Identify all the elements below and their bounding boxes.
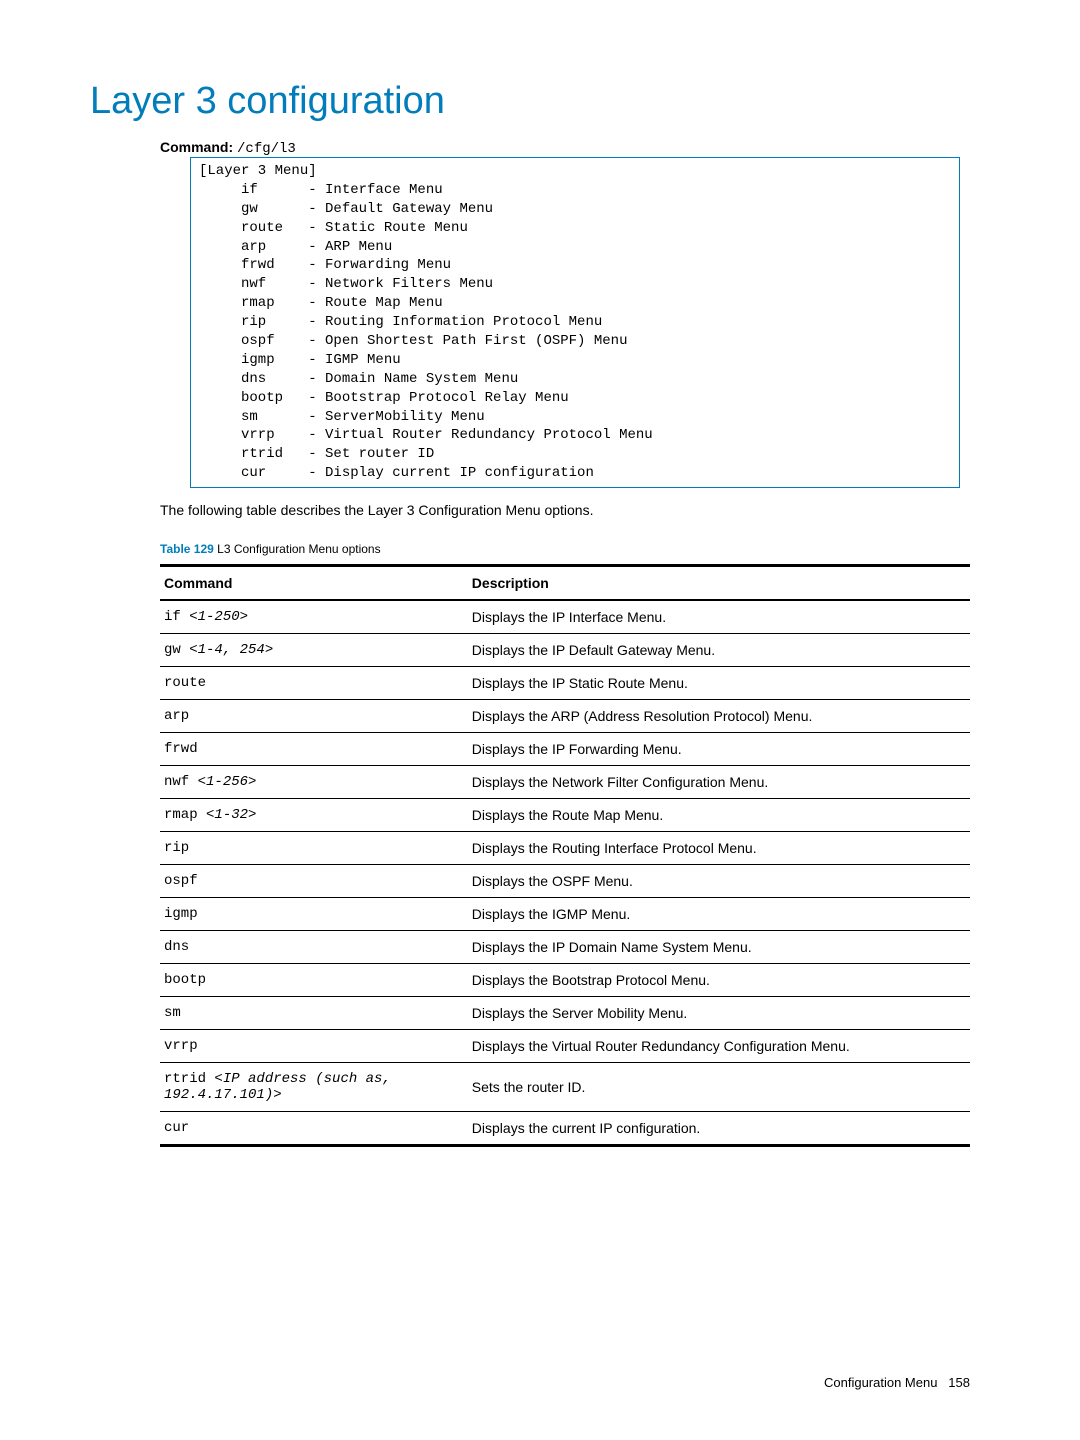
cell-command: gw <1-4, 254> [160, 634, 468, 667]
cell-command: rtrid <IP address (such as, 192.4.17.101… [160, 1063, 468, 1112]
table-row: curDisplays the current IP configuration… [160, 1112, 970, 1146]
cell-description: Displays the IP Forwarding Menu. [468, 733, 970, 766]
command-line: Command: /cfg/l3 [160, 139, 990, 157]
cell-command: nwf <1-256> [160, 766, 468, 799]
command-label: Command: [160, 139, 233, 155]
cell-command: rip [160, 832, 468, 865]
terminal-output: [Layer 3 Menu] if - Interface Menu gw - … [190, 157, 960, 488]
table-row: gw <1-4, 254>Displays the IP Default Gat… [160, 634, 970, 667]
cell-description: Sets the router ID. [468, 1063, 970, 1112]
cell-description: Displays the IP Domain Name System Menu. [468, 931, 970, 964]
table-row: smDisplays the Server Mobility Menu. [160, 997, 970, 1030]
cell-description: Displays the Server Mobility Menu. [468, 997, 970, 1030]
table-row: routeDisplays the IP Static Route Menu. [160, 667, 970, 700]
cell-description: Displays the IP Default Gateway Menu. [468, 634, 970, 667]
options-table: Command Description if <1-250>Displays t… [160, 564, 970, 1147]
command-value: /cfg/l3 [237, 141, 296, 157]
table-row: igmpDisplays the IGMP Menu. [160, 898, 970, 931]
table-row: if <1-250>Displays the IP Interface Menu… [160, 600, 970, 634]
cell-command: arp [160, 700, 468, 733]
table-number: Table 129 [160, 542, 214, 556]
table-row: vrrpDisplays the Virtual Router Redundan… [160, 1030, 970, 1063]
cell-description: Displays the IP Interface Menu. [468, 600, 970, 634]
intro-text: The following table describes the Layer … [160, 502, 990, 518]
footer-text: Configuration Menu [824, 1375, 937, 1390]
header-command: Command [160, 566, 468, 601]
table-row: arpDisplays the ARP (Address Resolution … [160, 700, 970, 733]
cell-description: Displays the Virtual Router Redundancy C… [468, 1030, 970, 1063]
cell-command: sm [160, 997, 468, 1030]
table-row: rmap <1-32>Displays the Route Map Menu. [160, 799, 970, 832]
cell-description: Displays the ARP (Address Resolution Pro… [468, 700, 970, 733]
header-description: Description [468, 566, 970, 601]
footer-page: 158 [948, 1375, 970, 1390]
cell-command: ospf [160, 865, 468, 898]
table-row: ospfDisplays the OSPF Menu. [160, 865, 970, 898]
cell-command: igmp [160, 898, 468, 931]
cell-description: Displays the OSPF Menu. [468, 865, 970, 898]
cell-command: cur [160, 1112, 468, 1146]
table-row: ripDisplays the Routing Interface Protoc… [160, 832, 970, 865]
cell-command: if <1-250> [160, 600, 468, 634]
cell-description: Displays the Route Map Menu. [468, 799, 970, 832]
cell-description: Displays the current IP configuration. [468, 1112, 970, 1146]
table-row: rtrid <IP address (such as, 192.4.17.101… [160, 1063, 970, 1112]
cell-description: Displays the Bootstrap Protocol Menu. [468, 964, 970, 997]
page-footer: Configuration Menu 158 [824, 1375, 970, 1390]
table-row: bootpDisplays the Bootstrap Protocol Men… [160, 964, 970, 997]
cell-command: rmap <1-32> [160, 799, 468, 832]
table-header-row: Command Description [160, 566, 970, 601]
cell-description: Displays the Routing Interface Protocol … [468, 832, 970, 865]
page-title: Layer 3 configuration [90, 80, 990, 123]
cell-command: frwd [160, 733, 468, 766]
table-row: dnsDisplays the IP Domain Name System Me… [160, 931, 970, 964]
cell-command: bootp [160, 964, 468, 997]
table-caption: Table 129 L3 Configuration Menu options [160, 542, 990, 556]
cell-command: route [160, 667, 468, 700]
cell-command: vrrp [160, 1030, 468, 1063]
table-title: L3 Configuration Menu options [214, 542, 381, 556]
cell-command: dns [160, 931, 468, 964]
table-row: frwdDisplays the IP Forwarding Menu. [160, 733, 970, 766]
cell-description: Displays the IP Static Route Menu. [468, 667, 970, 700]
cell-description: Displays the Network Filter Configuratio… [468, 766, 970, 799]
table-row: nwf <1-256>Displays the Network Filter C… [160, 766, 970, 799]
cell-description: Displays the IGMP Menu. [468, 898, 970, 931]
